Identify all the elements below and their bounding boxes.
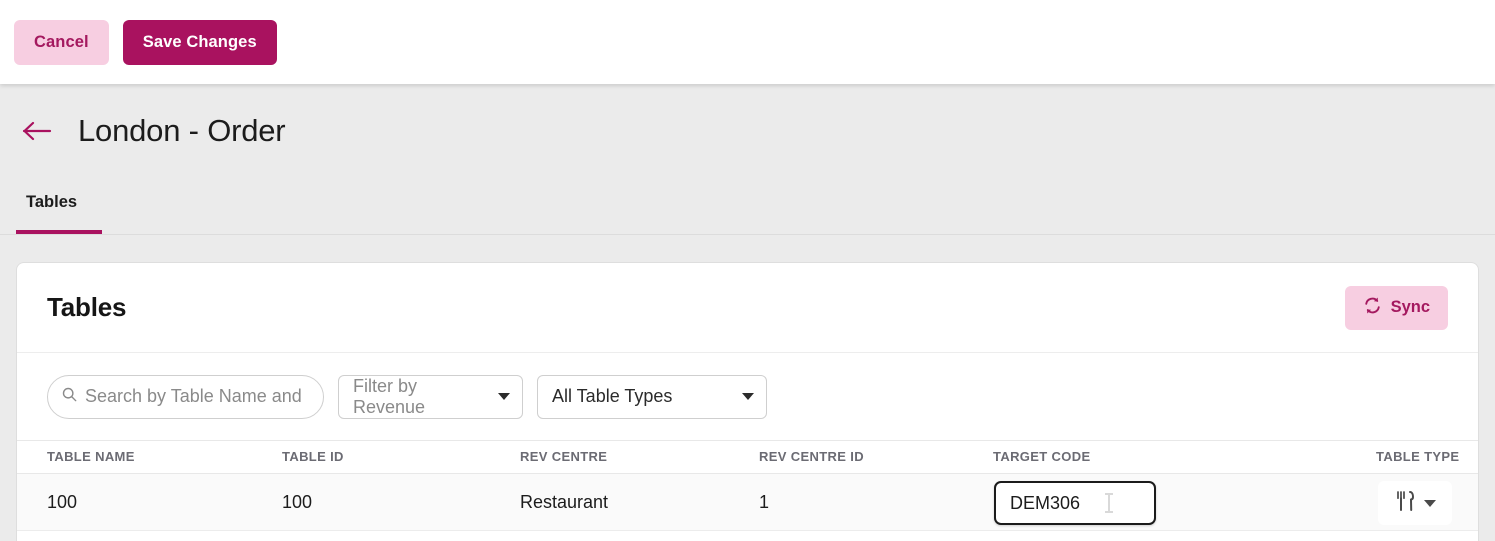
tables-card: Tables Sync Filte bbox=[16, 262, 1479, 541]
search-input[interactable] bbox=[85, 386, 309, 407]
card-title: Tables bbox=[47, 292, 127, 322]
revenue-filter-select[interactable]: Filter by Revenue bbox=[338, 374, 523, 419]
table-type-filter-label: All Table Types bbox=[552, 386, 673, 406]
top-action-bar: Cancel Save Changes bbox=[0, 0, 1495, 84]
chevron-down-icon bbox=[1423, 499, 1436, 507]
column-header-table-type: TABLE TYPE bbox=[1376, 449, 1460, 464]
cell-table-id: 100 bbox=[282, 492, 313, 512]
card-header: Tables Sync bbox=[17, 263, 1478, 353]
cutlery-icon bbox=[1395, 490, 1415, 517]
tab-active-indicator bbox=[16, 230, 102, 234]
column-header-rev-centre-id: REV CENTRE ID bbox=[759, 449, 864, 464]
column-header-table-name: TABLE NAME bbox=[47, 449, 135, 464]
search-box[interactable] bbox=[47, 374, 324, 419]
chevron-down-icon bbox=[498, 393, 510, 400]
search-icon bbox=[62, 387, 77, 407]
revenue-filter-label: Filter by Revenue bbox=[353, 375, 426, 417]
table-header-row: TABLE NAME TABLE ID REV CENTRE REV CENTR… bbox=[17, 440, 1478, 474]
table-row: 100 100 Restaurant 1 bbox=[17, 474, 1478, 531]
sync-button-label: Sync bbox=[1390, 298, 1430, 316]
column-header-rev-centre: REV CENTRE bbox=[520, 449, 608, 464]
column-header-target-code: TARGET CODE bbox=[993, 449, 1091, 464]
cell-rev-centre-id: 1 bbox=[759, 492, 770, 512]
column-header-table-id: TABLE ID bbox=[282, 449, 344, 464]
table-type-filter-select[interactable]: All Table Types bbox=[537, 374, 767, 419]
target-code-input[interactable] bbox=[994, 481, 1156, 525]
breadcrumb: London - Order bbox=[16, 110, 286, 152]
tab-tables-label: Tables bbox=[26, 193, 78, 211]
save-changes-button[interactable]: Save Changes bbox=[122, 19, 277, 65]
table-body-filler bbox=[17, 531, 1478, 538]
cell-table-name: 100 bbox=[47, 492, 78, 512]
table-type-dropdown[interactable] bbox=[1378, 481, 1452, 525]
filter-bar: Filter by Revenue All Table Types bbox=[17, 353, 1478, 440]
page-title: London - Order bbox=[78, 113, 286, 148]
target-code-cell bbox=[994, 481, 1156, 525]
chevron-down-icon bbox=[742, 393, 754, 400]
sync-icon bbox=[1363, 296, 1382, 320]
arrow-left-icon[interactable] bbox=[16, 110, 58, 152]
page-header: London - Order Tables bbox=[0, 84, 1495, 235]
cell-rev-centre: Restaurant bbox=[520, 492, 609, 512]
tab-tables[interactable]: Tables bbox=[16, 187, 87, 235]
cancel-button[interactable]: Cancel bbox=[14, 19, 109, 65]
sync-button[interactable]: Sync bbox=[1344, 285, 1448, 330]
tab-strip: Tables bbox=[0, 187, 1495, 235]
